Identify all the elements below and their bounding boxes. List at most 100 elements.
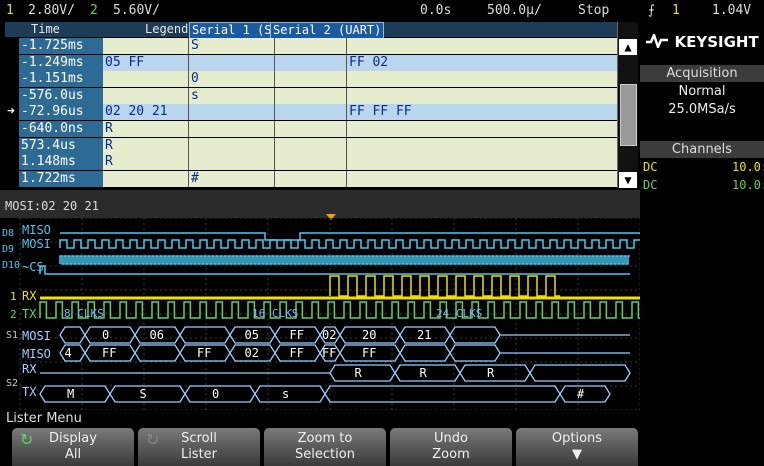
table-row[interactable]: -1.151ms 0 xyxy=(5,71,619,88)
scroll-up-button[interactable]: ▲ xyxy=(619,39,637,55)
uart-cell xyxy=(275,54,347,71)
softkey-sublabel: Zoom xyxy=(432,447,470,462)
mosi-bus-segment xyxy=(179,326,231,344)
miso-bus-segment xyxy=(134,344,181,362)
uart-rx-segment xyxy=(529,364,631,382)
miso-bus-byte: 02 xyxy=(245,346,259,360)
refresh-arrow-icon: ↻ xyxy=(146,430,160,449)
lister-table: Time Legend: Serial 1 (SPI) Serial 2 (UA… xyxy=(5,22,637,188)
brand-logo: KEYSIGHT xyxy=(640,22,764,62)
ch2-marker-label: 2 xyxy=(10,308,17,321)
miso-bus-byte: FF xyxy=(102,346,116,360)
uart-rx-byte: R xyxy=(420,366,428,380)
table-row[interactable]: -576.0us s xyxy=(5,87,619,104)
uart-tx-byte: M xyxy=(67,387,74,401)
uart-tx-segment xyxy=(254,385,326,403)
uart-cell xyxy=(275,71,347,88)
miso-label: MISO xyxy=(22,223,51,237)
mosi-bus-segment xyxy=(84,326,136,344)
acquisition-title[interactable]: Acquisition xyxy=(640,65,764,82)
status-bar: 1 2.80V/ 2 5.60V/ 0.0s 500.0µ/ Stop ⨍ 1 … xyxy=(0,0,764,22)
uart-rx-byte: R xyxy=(355,366,363,380)
uart-tx-segment xyxy=(324,385,561,403)
row-marker-icon xyxy=(5,54,19,71)
mosi-bus-byte: 02 xyxy=(322,328,336,342)
mosi-cell: R xyxy=(103,137,189,154)
softkey-3[interactable]: Zoom to Selection xyxy=(264,428,386,466)
scroll-thumb[interactable] xyxy=(620,84,637,146)
miso-bus-byte: FF xyxy=(322,346,336,360)
mosi-bus-byte: 05 xyxy=(245,328,259,342)
softkey-5[interactable]: Options ▼ xyxy=(516,428,638,466)
serial2-legend-tag: Serial 2 (UART) xyxy=(270,22,385,39)
digital-channel-d8: D8 xyxy=(2,228,14,239)
row-marker-icon xyxy=(5,71,19,88)
row-marker-icon xyxy=(5,137,19,154)
mosi-cell xyxy=(103,71,189,88)
rx-cell xyxy=(347,154,619,171)
miso-cell: 0 xyxy=(189,71,275,88)
time-cell: -1.151ms xyxy=(19,71,103,88)
uart-cell xyxy=(275,87,347,104)
scroll-down-button[interactable]: ▼ xyxy=(619,172,637,188)
softkey-sublabel: Lister xyxy=(180,447,218,462)
rx-cell xyxy=(347,170,619,187)
softkey-2[interactable]: ↻ Scroll Lister xyxy=(138,428,260,466)
ch2-analog-trace xyxy=(39,301,640,319)
table-row[interactable]: -1.725ms S xyxy=(5,38,619,54)
miso-cell: # xyxy=(189,170,275,187)
miso-cell: S xyxy=(189,38,275,54)
rx-cell xyxy=(347,121,619,137)
row-marker-icon xyxy=(5,121,19,137)
uart-cell xyxy=(275,154,347,171)
table-row[interactable]: 1.148ms R xyxy=(5,154,619,171)
mosi-label: MOSI xyxy=(22,237,51,251)
uart-cell xyxy=(275,104,347,121)
miso-bus-byte: FF xyxy=(362,346,376,360)
mosi-cell: 05 FF xyxy=(103,54,189,71)
lister-scrollbar[interactable]: ▲ ▼ xyxy=(617,22,638,188)
miso-cell xyxy=(189,154,275,171)
rx-cell: FF FF FF xyxy=(347,104,619,121)
miso-cell: s xyxy=(189,87,275,104)
ch1-number: 1 xyxy=(6,3,14,18)
softkey-4[interactable]: Undo Zoom xyxy=(390,428,512,466)
clk-annotation: 24 CLKS xyxy=(436,307,482,320)
time-column-header: Time xyxy=(31,22,60,36)
uart-rx-byte: R xyxy=(487,366,495,380)
down-arrow-icon: ▼ xyxy=(572,447,582,462)
time-cell: -72.96us xyxy=(19,104,103,121)
menu-title: Lister Menu xyxy=(0,410,764,428)
uart-tx-label: TX xyxy=(22,385,37,399)
miso-bus-label: MISO xyxy=(22,347,51,361)
time-cell: -1.249ms xyxy=(19,54,103,71)
uart-tx-byte: S xyxy=(140,387,147,401)
miso-cell xyxy=(189,54,275,71)
softkey-1[interactable]: ↻ Display All xyxy=(12,428,134,466)
table-row[interactable]: ➜ -72.96us 02 20 21 FF FF FF xyxy=(5,104,619,121)
miso-bus-byte: FF xyxy=(290,346,304,360)
uart-cell xyxy=(275,170,347,187)
softkey-label: Zoom to xyxy=(297,431,353,446)
table-row[interactable]: 573.4us R xyxy=(5,137,619,154)
channels-title[interactable]: Channels xyxy=(640,141,764,158)
miso-cell xyxy=(189,137,275,154)
time-cell: 573.4us xyxy=(19,137,103,154)
uart-tx-byte: # xyxy=(577,387,585,401)
table-row[interactable]: 1.722ms # xyxy=(5,170,619,187)
table-row[interactable]: -1.249ms 05 FF FF 02 xyxy=(5,54,619,71)
mosi-cell xyxy=(103,170,189,187)
miso-cell xyxy=(189,121,275,137)
brand-name: KEYSIGHT xyxy=(674,33,759,51)
refresh-arrow-icon: ↻ xyxy=(20,430,34,449)
digital-channel-d10: D10 xyxy=(2,260,20,271)
ch1-analog-trace xyxy=(329,275,560,297)
uart-tx-segment xyxy=(184,385,256,403)
waveform-display[interactable]: D8D9D10MISOMOSI~CSRX1TX2 8 CLKS 16 CLKS 24 … xyxy=(0,218,640,410)
row-marker-icon xyxy=(5,170,19,187)
time-cell: -1.725ms xyxy=(19,38,103,54)
mosi-cell: R xyxy=(103,121,189,137)
s2-label: S2 xyxy=(6,378,18,389)
mosi-cell xyxy=(103,38,189,54)
table-row[interactable]: -640.0ns R xyxy=(5,121,619,137)
